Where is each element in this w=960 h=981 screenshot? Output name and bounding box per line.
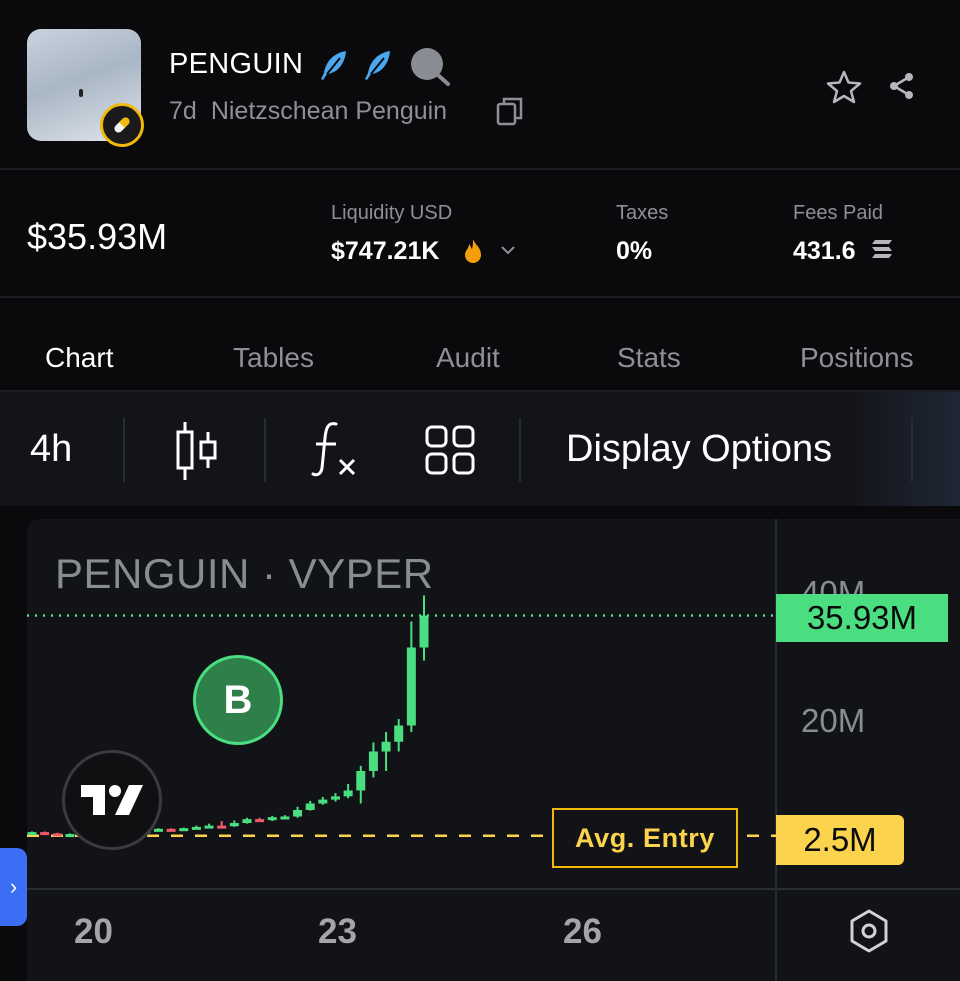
candle-body xyxy=(406,647,416,726)
x-tick-label: 26 xyxy=(563,912,602,951)
candle-body xyxy=(368,751,378,771)
candle-body xyxy=(191,826,201,830)
pill-icon xyxy=(100,103,144,147)
candle-body xyxy=(242,819,252,823)
candle-body xyxy=(343,790,353,797)
token-age: 7d xyxy=(169,97,197,125)
interval-button[interactable]: 4h xyxy=(30,428,72,471)
x-tick-label: 20 xyxy=(74,912,113,951)
avg-entry-price-tag: 2.5M xyxy=(776,815,904,865)
tab-tables[interactable]: Tables xyxy=(233,342,314,374)
candle-body xyxy=(267,817,277,821)
layout-grid-icon[interactable] xyxy=(424,424,476,476)
candle-body xyxy=(280,816,290,820)
toolbar-separator xyxy=(264,418,266,482)
candle-body xyxy=(330,796,340,800)
candle-body xyxy=(356,771,366,791)
candle-body xyxy=(27,832,37,836)
fees-value: 431.6 xyxy=(793,237,856,265)
candle-body xyxy=(381,741,391,752)
solana-icon xyxy=(872,240,892,258)
expand-sidebar-button[interactable]: › xyxy=(0,848,27,926)
candle-body xyxy=(179,828,189,832)
divider xyxy=(0,168,960,170)
tab-positions[interactable]: Positions xyxy=(800,342,914,374)
buy-marker[interactable]: B xyxy=(193,655,283,745)
tab-stats[interactable]: Stats xyxy=(617,342,681,374)
toolbar-separator xyxy=(519,418,521,482)
current-price-tag: 35.93M xyxy=(776,594,948,642)
candle-body xyxy=(394,725,404,742)
copy-icon[interactable] xyxy=(496,96,524,126)
candle-body xyxy=(255,819,265,823)
search-icon[interactable] xyxy=(408,46,452,86)
candle-body xyxy=(65,834,75,838)
tab-chart[interactable]: Chart xyxy=(45,342,113,374)
candle-body xyxy=(40,832,50,836)
avg-entry-label: Avg. Entry xyxy=(552,808,738,868)
candle-body xyxy=(318,799,328,804)
fees-label: Fees Paid xyxy=(793,202,884,224)
star-icon[interactable] xyxy=(826,70,862,104)
token-subline: 7d Nietzschean Penguin xyxy=(169,97,447,126)
candle-body xyxy=(153,828,163,832)
feather-icon[interactable] xyxy=(362,48,394,82)
feather-icon[interactable] xyxy=(318,48,350,82)
fire-icon xyxy=(465,239,481,263)
share-icon[interactable] xyxy=(888,72,916,100)
taxes-value: 0% xyxy=(616,237,653,265)
tab-audit[interactable]: Audit xyxy=(436,342,500,374)
candle-body xyxy=(419,615,429,648)
candle-body xyxy=(166,828,176,832)
candlestick-icon[interactable] xyxy=(173,420,219,482)
candle-body xyxy=(293,810,303,817)
liquidity-value: $747.21K xyxy=(331,237,440,265)
candle-body xyxy=(229,823,239,827)
toolbar-separator xyxy=(123,418,125,482)
token-fullname: Nietzschean Penguin xyxy=(210,97,448,125)
market-cap-value: $35.93M xyxy=(27,216,168,257)
chevron-down-icon[interactable] xyxy=(500,244,516,256)
candle-body xyxy=(52,833,62,837)
y-tick-label: 20M xyxy=(801,702,866,739)
liquidity-label: Liquidity USD xyxy=(331,202,453,224)
indicators-icon[interactable] xyxy=(310,420,360,478)
tradingview-logo[interactable] xyxy=(62,750,162,850)
token-symbol: PENGUIN xyxy=(169,48,304,80)
x-tick-label: 23 xyxy=(318,912,357,951)
candle-body xyxy=(305,803,315,810)
divider xyxy=(0,296,960,298)
toolbar-separator xyxy=(911,418,913,482)
display-options-button[interactable]: Display Options xyxy=(566,428,832,471)
taxes-label: Taxes xyxy=(616,202,669,224)
chart-settings-icon[interactable] xyxy=(846,908,892,954)
candle-body xyxy=(204,825,214,829)
chart-title: PENGUIN · VYPER xyxy=(55,550,434,597)
candle-body xyxy=(217,825,227,829)
